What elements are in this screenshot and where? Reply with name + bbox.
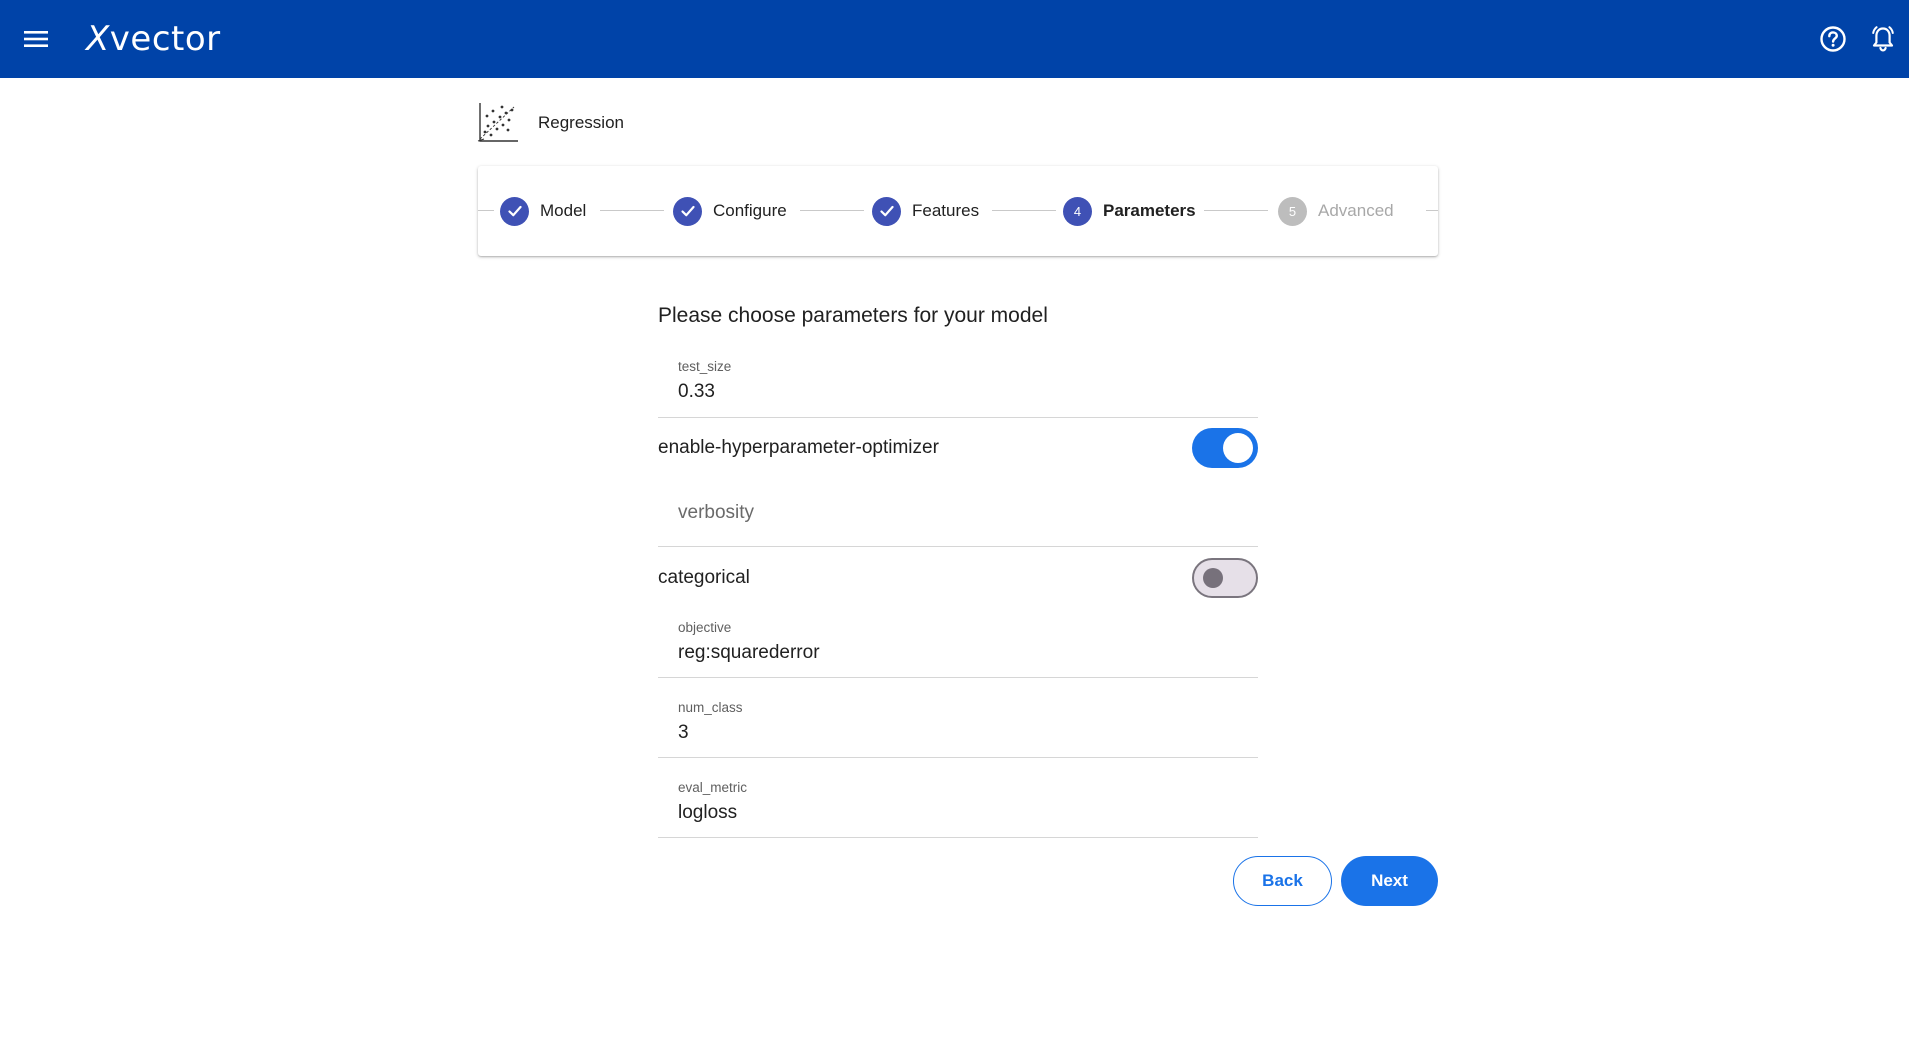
step-parameters[interactable]: 4 Parameters: [1063, 196, 1196, 226]
field-value: logloss: [678, 802, 738, 823]
step-label: Model: [540, 201, 587, 220]
app-bar: Xvector: [0, 0, 1909, 78]
step-label: Advanced: [1318, 201, 1394, 220]
test-size-field[interactable]: test_size 0.33: [658, 352, 1258, 418]
step-features[interactable]: Features: [872, 196, 979, 226]
step-number: 4: [1063, 196, 1092, 226]
hyperparameter-optimizer-row: enable-hyperparameter-optimizer: [658, 425, 1258, 471]
notifications-icon[interactable]: [1866, 22, 1900, 56]
stepper-connector: [992, 210, 1056, 211]
num-class-field[interactable]: num_class 3: [658, 692, 1258, 758]
stepper-connector: [600, 210, 664, 211]
field-label: test_size: [678, 359, 732, 374]
toggle-knob: [1203, 568, 1223, 588]
next-button[interactable]: Next: [1341, 856, 1438, 906]
field-value: 3: [678, 722, 689, 743]
objective-field[interactable]: objective reg:squarederror: [658, 612, 1258, 678]
categorical-row: categorical: [658, 555, 1258, 601]
toggle-knob: [1223, 433, 1253, 463]
menu-icon[interactable]: [18, 21, 54, 57]
field-label: num_class: [678, 700, 743, 715]
step-label: Features: [912, 201, 980, 220]
app-logo[interactable]: Xvector: [86, 16, 221, 62]
page-title: Regression: [538, 113, 624, 132]
field-value: 0.33: [678, 381, 715, 402]
stepper-connector: [800, 210, 864, 211]
help-icon[interactable]: [1816, 22, 1850, 56]
field-label: objective: [678, 620, 732, 635]
step-label: Parameters: [1103, 201, 1196, 220]
eval-metric-field[interactable]: eval_metric logloss: [658, 772, 1258, 838]
categorical-toggle[interactable]: [1192, 558, 1258, 598]
back-button[interactable]: Back: [1233, 856, 1332, 906]
field-value: reg:squarederror: [678, 642, 820, 663]
step-number: 5: [1278, 196, 1307, 226]
check-icon: [673, 196, 702, 226]
check-icon: [500, 196, 529, 226]
stepper-connector: [1426, 210, 1438, 211]
stepper-connector: [478, 210, 494, 211]
step-model[interactable]: Model: [500, 196, 586, 226]
verbosity-field[interactable]: verbosity: [658, 484, 1258, 547]
field-placeholder: verbosity: [678, 502, 755, 523]
stepper: Model Configure Features 4 Parameters 5 …: [478, 166, 1438, 256]
scatter-plot-icon: [477, 103, 518, 142]
step-label: Configure: [713, 201, 787, 220]
form-heading: Please choose parameters for your model: [658, 304, 1048, 327]
page-header: Regression: [476, 100, 624, 146]
hyperparameter-optimizer-toggle[interactable]: [1192, 428, 1258, 468]
toggle-label: categorical: [658, 567, 750, 588]
check-icon: [872, 196, 901, 226]
step-configure[interactable]: Configure: [673, 196, 787, 226]
step-advanced[interactable]: 5 Advanced: [1278, 196, 1394, 226]
stepper-connector: [1204, 210, 1268, 211]
field-label: eval_metric: [678, 780, 748, 795]
toggle-label: enable-hyperparameter-optimizer: [658, 437, 939, 458]
